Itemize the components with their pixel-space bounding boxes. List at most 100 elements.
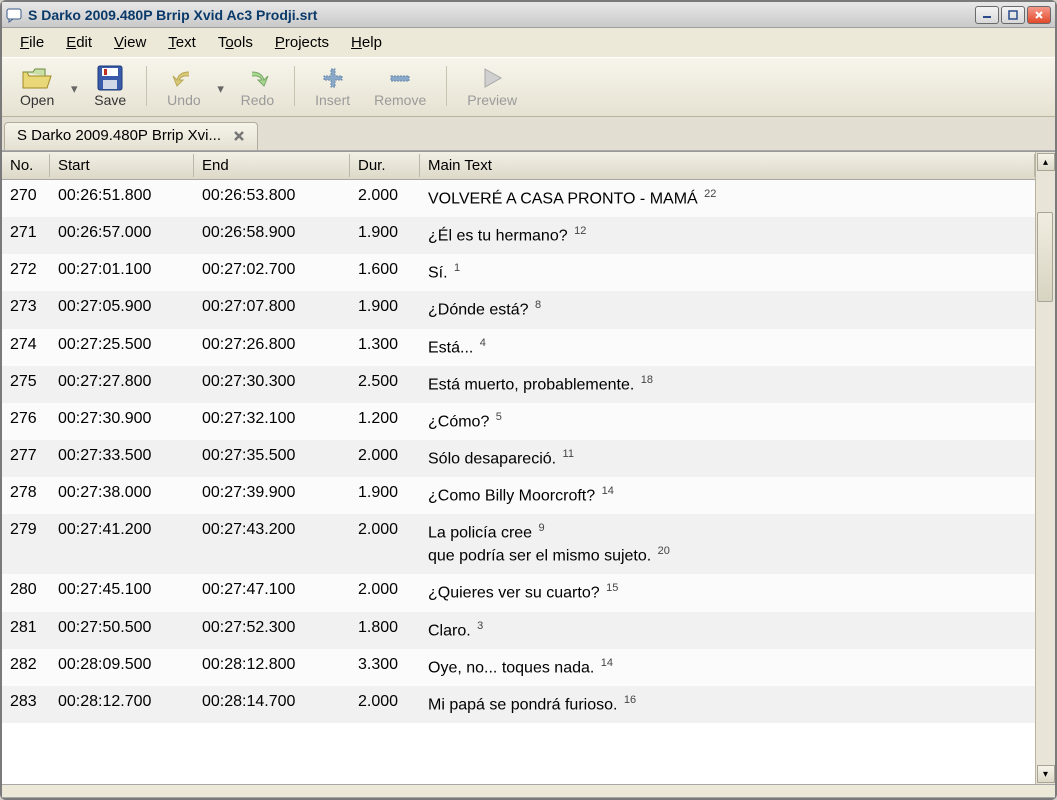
cell-no: 270 (2, 180, 50, 212)
cell-start: 00:27:30.900 (50, 403, 194, 435)
cell-main-text: La policía cree 9que podría ser el mismo… (420, 514, 1035, 574)
close-icon[interactable] (231, 128, 247, 144)
menu-help[interactable]: Help (343, 32, 390, 53)
menu-view[interactable]: View (106, 32, 154, 53)
col-main[interactable]: Main Text (420, 154, 1035, 177)
cell-dur: 2.500 (350, 366, 420, 398)
table-row[interactable]: 27800:27:38.00000:27:39.9001.900¿Como Bi… (2, 477, 1035, 514)
tab-file[interactable]: S Darko 2009.480P Brrip Xvi... (4, 122, 258, 150)
cell-start: 00:27:01.100 (50, 254, 194, 286)
col-start[interactable]: Start (50, 154, 194, 177)
cell-end: 00:27:32.100 (194, 403, 350, 435)
minimize-button[interactable] (975, 6, 999, 24)
undo-dropdown[interactable]: ▾ (215, 75, 227, 97)
col-end[interactable]: End (194, 154, 350, 177)
cell-start: 00:28:09.500 (50, 649, 194, 681)
cell-main-text: ¿Dónde está? 8 (420, 291, 1035, 328)
table-row[interactable]: 27100:26:57.00000:26:58.9001.900¿Él es t… (2, 217, 1035, 254)
cell-dur: 1.900 (350, 291, 420, 323)
undo-icon (171, 64, 197, 92)
cell-dur: 1.900 (350, 477, 420, 509)
cell-dur: 2.000 (350, 440, 420, 472)
table-row[interactable]: 28000:27:45.10000:27:47.1002.000¿Quieres… (2, 574, 1035, 611)
redo-button[interactable]: Redo (231, 62, 284, 110)
table-row[interactable]: 28200:28:09.50000:28:12.8003.300Oye, no.… (2, 649, 1035, 686)
cell-dur: 2.000 (350, 180, 420, 212)
cell-start: 00:27:27.800 (50, 366, 194, 398)
cell-no: 281 (2, 612, 50, 644)
menu-text[interactable]: Text (160, 32, 204, 53)
cell-no: 272 (2, 254, 50, 286)
cell-start: 00:27:50.500 (50, 612, 194, 644)
cell-main-text: Claro. 3 (420, 612, 1035, 649)
plus-icon (320, 64, 346, 92)
cell-dur: 2.000 (350, 514, 420, 546)
col-dur[interactable]: Dur. (350, 154, 420, 177)
cell-dur: 1.200 (350, 403, 420, 435)
cell-end: 00:27:43.200 (194, 514, 350, 546)
table-row[interactable]: 27900:27:41.20000:27:43.2002.000La polic… (2, 514, 1035, 574)
cell-no: 276 (2, 403, 50, 435)
col-no[interactable]: No. (2, 154, 50, 177)
menu-projects[interactable]: Projects (267, 32, 337, 53)
preview-button[interactable]: Preview (457, 62, 527, 110)
open-dropdown[interactable]: ▾ (68, 75, 80, 97)
cell-end: 00:26:53.800 (194, 180, 350, 212)
preview-label: Preview (467, 92, 517, 108)
table-row[interactable]: 27000:26:51.80000:26:53.8002.000VOLVERÉ … (2, 180, 1035, 217)
scrollbar-track[interactable] (1036, 172, 1055, 764)
menu-file[interactable]: File (12, 32, 52, 53)
cell-dur: 1.900 (350, 217, 420, 249)
menu-tools[interactable]: Tools (210, 32, 261, 53)
toolbar-separator (146, 66, 147, 106)
table-row[interactable]: 28300:28:12.70000:28:14.7002.000Mi papá … (2, 686, 1035, 723)
undo-label: Undo (167, 92, 200, 108)
undo-button[interactable]: Undo (157, 62, 210, 110)
table-header: No. Start End Dur. Main Text (2, 152, 1035, 180)
cell-start: 00:28:12.700 (50, 686, 194, 718)
cell-no: 274 (2, 329, 50, 361)
maximize-button[interactable] (1001, 6, 1025, 24)
cell-main-text: ¿Como Billy Moorcroft? 14 (420, 477, 1035, 514)
menu-edit[interactable]: Edit (58, 32, 100, 53)
cell-main-text: Está... 4 (420, 329, 1035, 366)
tab-label: S Darko 2009.480P Brrip Xvi... (17, 127, 221, 144)
table-row[interactable]: 27600:27:30.90000:27:32.1001.200¿Cómo? 5 (2, 403, 1035, 440)
cell-start: 00:26:51.800 (50, 180, 194, 212)
scroll-down-icon[interactable]: ▾ (1037, 765, 1055, 783)
statusbar (2, 784, 1055, 798)
save-button[interactable]: Save (84, 62, 136, 110)
cell-end: 00:27:30.300 (194, 366, 350, 398)
cell-start: 00:27:05.900 (50, 291, 194, 323)
open-button[interactable]: Open (10, 62, 64, 110)
remove-button[interactable]: Remove (364, 62, 436, 110)
cell-end: 00:27:52.300 (194, 612, 350, 644)
insert-label: Insert (315, 92, 350, 108)
table-row[interactable]: 27200:27:01.10000:27:02.7001.600Sí. 1 (2, 254, 1035, 291)
cell-start: 00:27:38.000 (50, 477, 194, 509)
cell-main-text: Está muerto, probablemente. 18 (420, 366, 1035, 403)
play-icon (481, 64, 503, 92)
cell-no: 282 (2, 649, 50, 681)
cell-end: 00:27:02.700 (194, 254, 350, 286)
app-icon (6, 7, 22, 23)
save-label: Save (94, 92, 126, 108)
table-row[interactable]: 27500:27:27.80000:27:30.3002.500Está mue… (2, 366, 1035, 403)
cell-dur: 2.000 (350, 574, 420, 606)
close-button[interactable] (1027, 6, 1051, 24)
vertical-scrollbar[interactable]: ▴ ▾ (1035, 152, 1055, 784)
cell-dur: 1.600 (350, 254, 420, 286)
titlebar: S Darko 2009.480P Brrip Xvid Ac3 Prodji.… (2, 2, 1055, 28)
cell-main-text: ¿Él es tu hermano? 12 (420, 217, 1035, 254)
table-row[interactable]: 27300:27:05.90000:27:07.8001.900¿Dónde e… (2, 291, 1035, 328)
table-row[interactable]: 27700:27:33.50000:27:35.5002.000Sólo des… (2, 440, 1035, 477)
scroll-up-icon[interactable]: ▴ (1037, 153, 1055, 171)
cell-start: 00:26:57.000 (50, 217, 194, 249)
scrollbar-thumb[interactable] (1037, 212, 1053, 302)
cell-main-text: Oye, no... toques nada. 14 (420, 649, 1035, 686)
table-row[interactable]: 28100:27:50.50000:27:52.3001.800Claro. 3 (2, 612, 1035, 649)
floppy-disk-icon (96, 64, 124, 92)
cell-no: 273 (2, 291, 50, 323)
insert-button[interactable]: Insert (305, 62, 360, 110)
table-row[interactable]: 27400:27:25.50000:27:26.8001.300Está... … (2, 329, 1035, 366)
